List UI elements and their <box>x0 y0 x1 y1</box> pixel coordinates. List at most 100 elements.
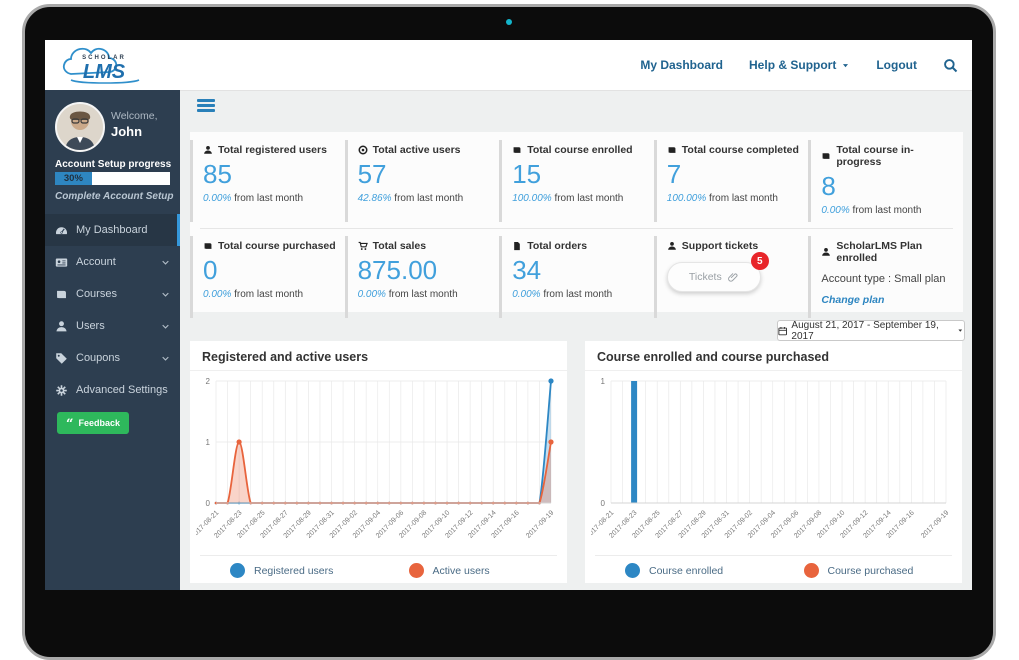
stat-value: 0 <box>203 256 339 284</box>
stat-label: Total orders <box>527 240 587 252</box>
svg-text:LMS: LMS <box>83 61 126 83</box>
legend-dot-orange <box>409 563 424 578</box>
tachometer-icon <box>55 224 68 237</box>
stats-panel: Total registered users 85 0.00% from las… <box>190 132 963 312</box>
chart-card-registered-active-users: Registered and active users 0122017-08-2… <box>190 341 567 583</box>
stat-value: 8 <box>821 172 957 200</box>
cart-icon <box>358 241 368 251</box>
stat-suffix: from last month <box>709 193 778 204</box>
sidebar-item-coupons[interactable]: Coupons <box>45 342 180 374</box>
stat-percent: 100.00% <box>512 193 551 204</box>
stat-label: Support tickets <box>682 240 758 252</box>
svg-text:2017-09-19: 2017-09-19 <box>525 509 555 539</box>
chart-legend: Registered users Active users <box>200 555 557 578</box>
stat-percent: 100.00% <box>667 193 706 204</box>
stat-suffix: from last month <box>543 289 612 300</box>
book-icon <box>512 145 522 155</box>
user-icon <box>55 320 68 333</box>
nav-my-dashboard[interactable]: My Dashboard <box>640 58 723 72</box>
stat-card-course-completed: Total course completed 7 100.00% from la… <box>654 140 809 222</box>
tickets-button-label: Tickets <box>689 271 722 283</box>
account-type-label: Account type : <box>821 273 891 285</box>
feedback-button[interactable]: “ Feedback <box>57 412 129 434</box>
sidebar-item-my-dashboard[interactable]: My Dashboard <box>45 214 180 246</box>
svg-text:1: 1 <box>206 438 211 447</box>
sidebar-item-courses[interactable]: Courses <box>45 278 180 310</box>
hamburger-menu-icon[interactable] <box>197 99 215 114</box>
svg-text:2017-09-19: 2017-09-19 <box>920 509 950 539</box>
date-range-label: August 21, 2017 - September 19, 2017 <box>791 320 953 342</box>
nav-logout[interactable]: Logout <box>876 58 917 72</box>
stat-card-registered-users: Total registered users 85 0.00% from las… <box>190 140 345 222</box>
stat-suffix: from last month <box>234 289 303 300</box>
account-type-value: Small plan <box>894 273 945 285</box>
complete-account-setup-link[interactable]: Complete Account Setup <box>55 191 174 202</box>
avatar[interactable] <box>55 102 105 152</box>
tickets-button[interactable]: Tickets <box>667 262 761 292</box>
user-icon <box>203 145 213 155</box>
date-range-picker[interactable]: August 21, 2017 - September 19, 2017 <box>777 320 965 341</box>
sidebar-item-label: My Dashboard <box>76 224 148 236</box>
stat-suffix: from last month <box>853 205 922 216</box>
change-plan-link[interactable]: Change plan <box>821 294 957 306</box>
stat-card-course-enrolled: Total course enrolled 15 100.00% from la… <box>499 140 654 222</box>
stat-value: 57 <box>358 160 494 188</box>
tablet-camera <box>506 19 512 25</box>
progress-fill: 30% <box>55 172 92 185</box>
legend-item-active-users[interactable]: Active users <box>379 563 558 578</box>
calendar-icon <box>778 326 787 336</box>
feedback-label: Feedback <box>78 418 120 428</box>
chart-title: Course enrolled and course purchased <box>585 341 962 371</box>
legend-item-registered-users[interactable]: Registered users <box>200 563 379 578</box>
stat-value: 85 <box>203 160 339 188</box>
chart-card-course-enrolled-purchased: Course enrolled and course purchased 012… <box>585 341 962 583</box>
app-screen: SCHOLAR LMS My Dashboard Help & Support … <box>45 40 972 590</box>
sidebar-item-users[interactable]: Users <box>45 310 180 342</box>
legend-label: Course purchased <box>828 565 914 577</box>
nav-help-support-label: Help & Support <box>749 58 836 72</box>
sidebar-item-label: Courses <box>76 288 117 300</box>
file-icon <box>512 241 522 251</box>
stat-label: Total course enrolled <box>527 144 632 156</box>
book-icon <box>203 241 213 251</box>
line-chart-registered-active-users[interactable]: 0122017-08-212017-08-232017-08-252017-08… <box>196 373 561 555</box>
nav-help-support[interactable]: Help & Support <box>749 58 850 72</box>
legend-label: Registered users <box>254 565 333 577</box>
stat-card-total-orders: Total orders 34 0.00% from last month <box>499 236 654 318</box>
paperclip-icon <box>728 272 739 283</box>
book-icon <box>55 288 68 301</box>
legend-item-course-enrolled[interactable]: Course enrolled <box>595 563 774 578</box>
legend-item-course-purchased[interactable]: Course purchased <box>774 563 953 578</box>
gears-icon <box>55 384 68 397</box>
stat-percent: 0.00% <box>203 289 231 300</box>
stat-value: 7 <box>667 160 803 188</box>
legend-dot-blue <box>625 563 640 578</box>
stat-value: 34 <box>512 256 648 284</box>
sidebar-item-account[interactable]: Account <box>45 246 180 278</box>
stat-label: Total sales <box>373 240 427 252</box>
stat-percent: 0.00% <box>512 289 540 300</box>
stat-label: Total course completed <box>682 144 799 156</box>
account-setup-progressbar: 30% <box>55 172 170 185</box>
svg-text:0: 0 <box>601 499 606 508</box>
scholar-lms-logo[interactable]: SCHOLAR LMS <box>59 42 149 88</box>
stat-card-course-purchased: Total course purchased 0 0.00% from last… <box>190 236 345 318</box>
stat-suffix: from last month <box>389 289 458 300</box>
header-nav: My Dashboard Help & Support Logout <box>640 40 958 90</box>
tickets-count-badge: 5 <box>751 252 769 270</box>
stat-card-active-users: Total active users 57 42.86% from last m… <box>345 140 500 222</box>
stat-card-support-tickets: Support tickets Tickets 5 <box>654 236 809 318</box>
sidebar: Welcome, John Account Setup progress 30%… <box>45 90 180 590</box>
legend-label: Active users <box>433 565 490 577</box>
nav-my-dashboard-label: My Dashboard <box>640 58 723 72</box>
id-card-icon <box>55 256 68 269</box>
stat-label: Total registered users <box>218 144 327 156</box>
chart-legend: Course enrolled Course purchased <box>595 555 952 578</box>
stat-card-course-in-progress: Total course in-progress 8 0.00% from la… <box>808 140 963 222</box>
stat-card-plan-enrolled: ScholarLMS Plan enrolled Account type : … <box>808 236 963 318</box>
sidebar-item-advanced-settings[interactable]: Advanced Settings <box>45 374 180 406</box>
bar-chart-course-enrolled-purchased[interactable]: 012017-08-212017-08-232017-08-252017-08-… <box>591 373 956 555</box>
search-icon[interactable] <box>943 58 958 73</box>
chevron-down-icon <box>161 258 170 267</box>
stat-percent: 42.86% <box>358 193 392 204</box>
